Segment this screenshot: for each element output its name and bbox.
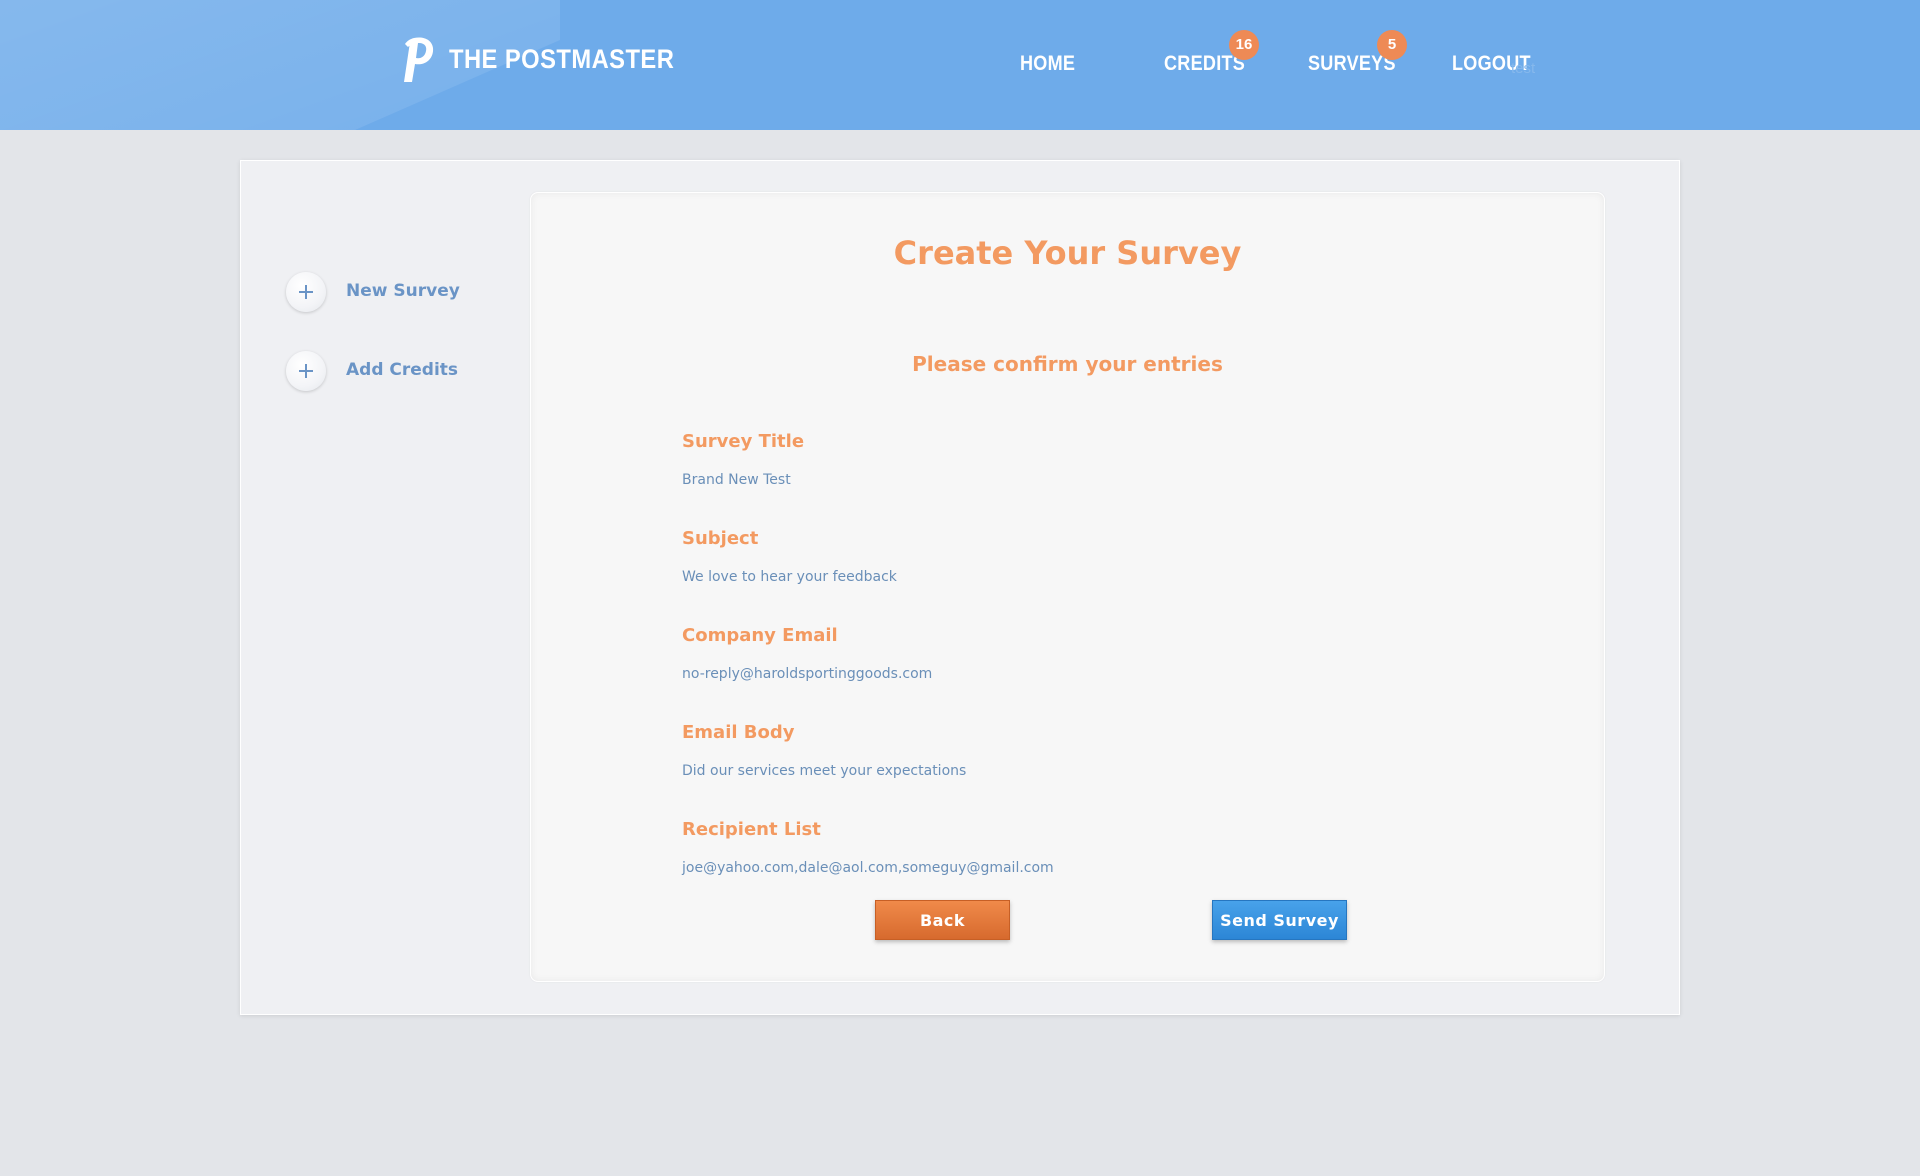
field-value-email-body: Did our services meet your expectations <box>682 763 967 779</box>
plus-icon <box>299 364 313 378</box>
plus-circle[interactable] <box>286 351 326 391</box>
top-header: THE POSTMASTER HOME CREDITS 16 SURVEYS 5… <box>0 0 1920 130</box>
sidebar-item-label[interactable]: New Survey <box>346 281 460 301</box>
surveys-count-badge: 5 <box>1377 30 1407 60</box>
confirm-subtitle: Please confirm your entries <box>912 352 1223 376</box>
plus-circle[interactable] <box>286 272 326 312</box>
field-label-recipient-list: Recipient List <box>682 819 821 840</box>
brand-name[interactable]: THE POSTMASTER <box>449 44 674 75</box>
nav-home[interactable]: HOME <box>1020 52 1075 76</box>
field-label-survey-title: Survey Title <box>682 431 805 452</box>
field-label-subject: Subject <box>682 528 759 549</box>
plus-icon <box>299 285 313 299</box>
field-value-survey-title: Brand New Test <box>682 472 791 488</box>
back-button[interactable]: Back <box>875 900 1010 940</box>
credits-count-badge: 16 <box>1229 30 1259 60</box>
field-value-recipient-list: joe@yahoo.com,dale@aol.com,someguy@gmail… <box>682 860 1054 876</box>
page-title: Create Your Survey <box>893 234 1242 272</box>
sidebar-item-label[interactable]: Add Credits <box>346 360 458 380</box>
postmaster-logo-icon[interactable] <box>398 34 436 86</box>
header-sheen-decoration <box>0 0 560 130</box>
field-label-email-body: Email Body <box>682 722 795 743</box>
send-survey-button[interactable]: Send Survey <box>1212 900 1347 940</box>
field-label-company-email: Company Email <box>682 625 838 646</box>
field-value-subject: We love to hear your feedback <box>682 569 897 585</box>
faint-user-text: test <box>1511 60 1536 77</box>
field-value-company-email: no-reply@haroldsportinggoods.com <box>682 666 933 682</box>
